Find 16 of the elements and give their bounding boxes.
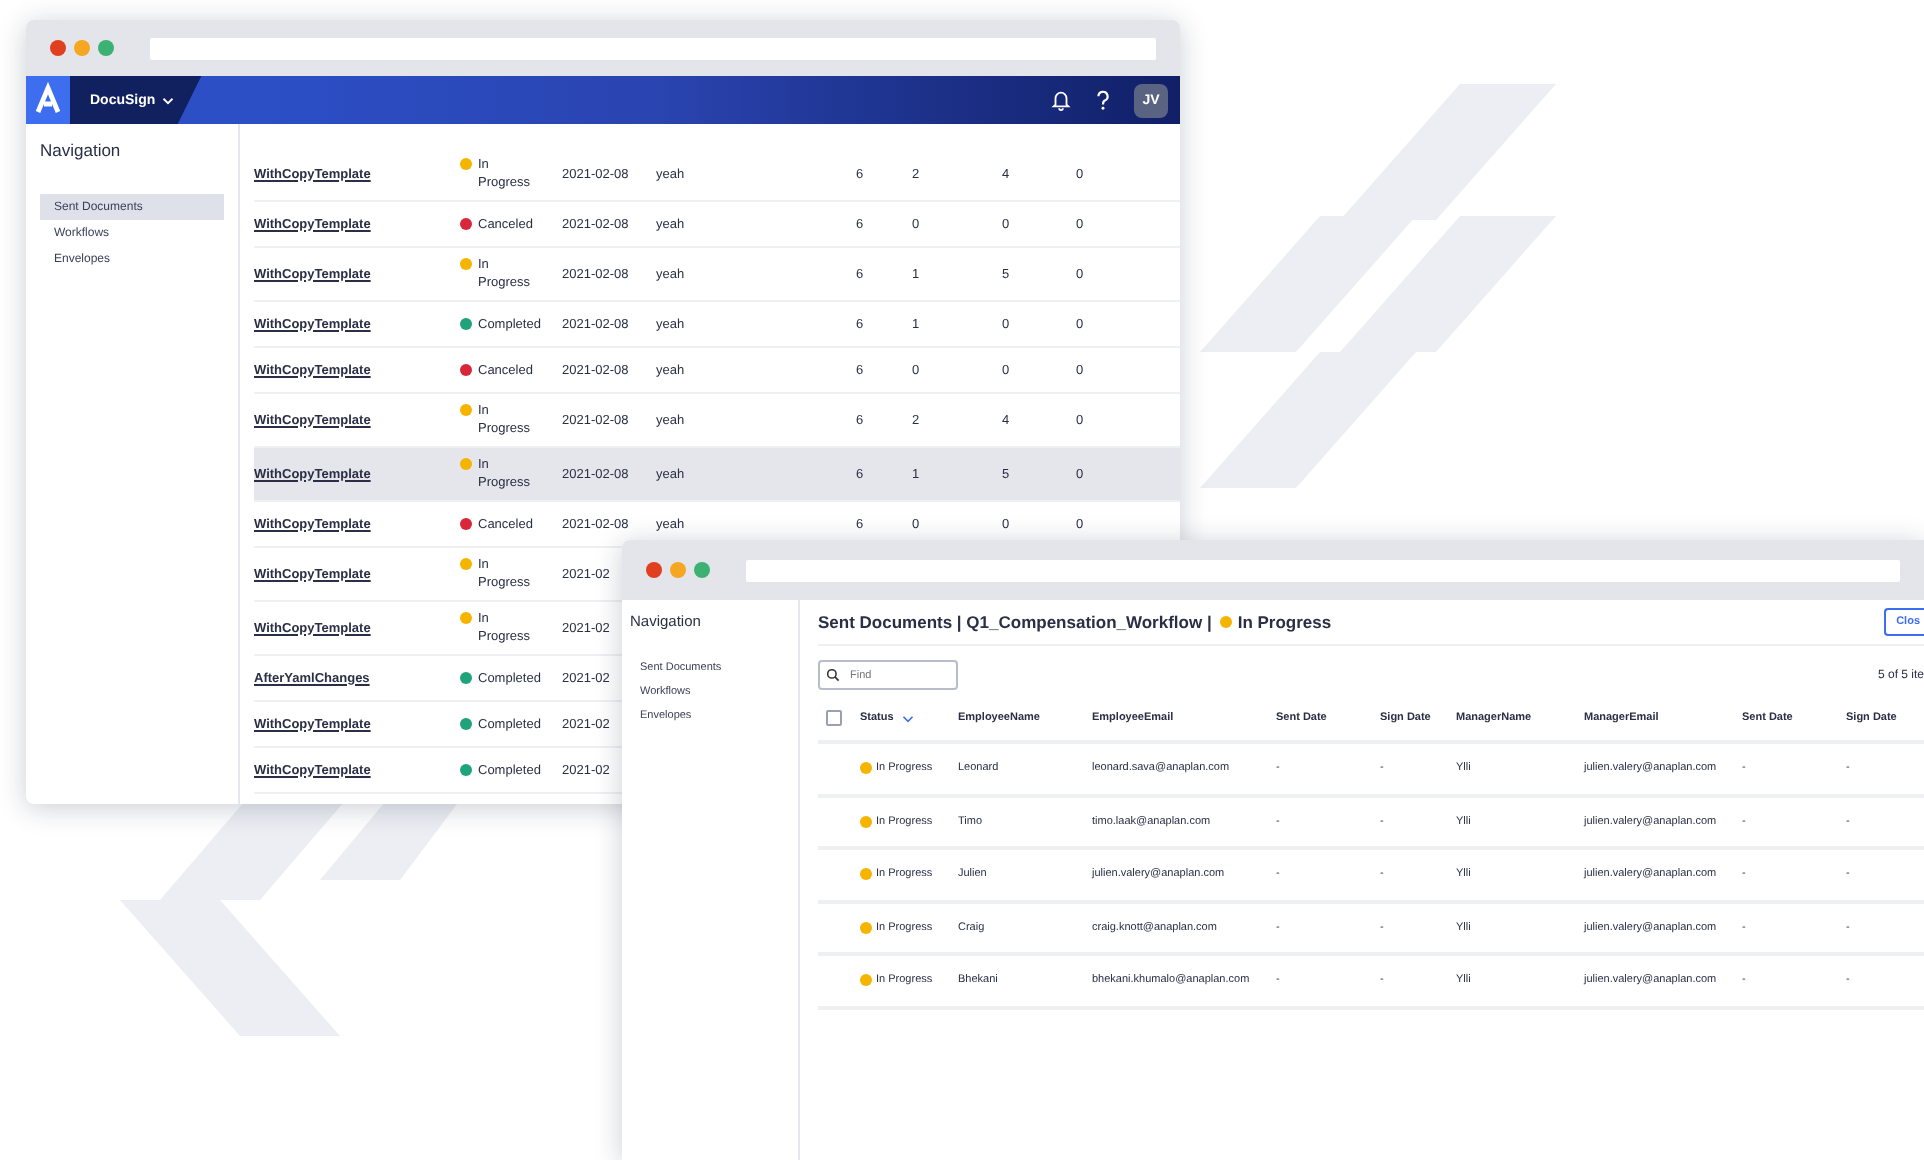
logo-icon[interactable] [26,76,70,124]
minimize-window-dot[interactable] [74,40,90,56]
caret-icon [161,95,174,105]
bell-icon[interactable] [1050,88,1072,112]
status-label: In Progress [1237,612,1332,632]
close-window-dot[interactable] [646,562,662,578]
maximize-window-dot[interactable] [98,40,114,56]
close-window-dot[interactable] [50,40,66,56]
navigation-title: Navigation [40,140,123,160]
sort-caret-icon[interactable] [901,713,914,723]
minimize-window-dot[interactable] [670,562,686,578]
search-icon [826,668,840,682]
help-icon[interactable] [1092,88,1114,112]
select-all-checkbox[interactable] [826,710,842,726]
maximize-window-dot[interactable] [694,562,710,578]
page-title: Sent Documents | Q1_Compensation_Workflow | [818,612,1212,632]
